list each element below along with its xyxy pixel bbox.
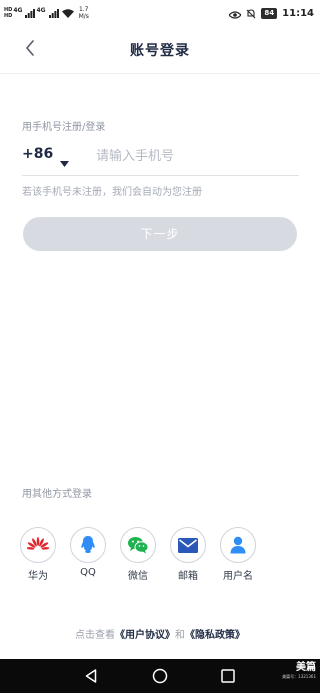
qq-icon [70,527,106,563]
login-method-huawei[interactable]: 华为 [20,527,58,582]
nav-bar: 账号登录 [0,26,320,74]
recents-square-icon[interactable] [219,667,237,685]
status-bar: HD HD 4G 4G 1.7 M/s 84 11:14 [0,0,320,26]
auto-register-hint: 若该手机号未注册，我们会自动为您注册 [22,187,202,198]
speed-value: 1.7 [78,6,89,13]
phone-input[interactable] [96,144,296,168]
user-agreement-link[interactable]: 《用户协议》 [115,630,175,641]
login-methods: 华为 QQ 微信 邮箱 用户名 [20,527,260,587]
login-method-wechat[interactable]: 微信 [120,527,158,582]
hd-badge-2: HD [4,13,13,19]
home-circle-icon[interactable] [151,667,169,685]
login-method-label: 华为 [28,571,48,582]
back-triangle-icon[interactable] [82,667,100,685]
country-code-selector[interactable]: +86 [22,146,53,162]
agreement-text: 点击查看《用户协议》和《隐私政策》 [0,626,320,641]
network-speed: 1.7 M/s [79,6,89,20]
wifi-icon [61,8,74,18]
login-method-mail[interactable]: 邮箱 [170,527,208,582]
agreement-conjunction: 和 [175,630,185,641]
signal-icon-2 [48,8,59,18]
login-method-qq[interactable]: QQ [70,527,108,578]
meipian-watermark: 美篇 美篇号：1321361 [272,662,316,679]
phone-section-label: 用手机号注册/登录 [22,122,106,133]
status-time: 11:14 [282,7,314,19]
battery-indicator: 84 [261,7,278,19]
network-type-1: 4G [13,6,23,14]
privacy-policy-link[interactable]: 《隐私政策》 [185,630,245,641]
watermark-brand: 美篇 [296,662,316,673]
mail-icon [170,527,206,563]
caret-down-icon[interactable] [60,152,69,171]
network-type-2: 4G [36,6,46,14]
huawei-icon [20,527,56,563]
watermark-id: 美篇号：1321361 [282,674,316,679]
system-nav-bar: 美篇 美篇号：1321361 [0,659,320,693]
agreement-prefix: 点击查看 [75,630,115,641]
login-method-label: 微信 [128,571,148,582]
user-icon [220,527,256,563]
login-method-username[interactable]: 用户名 [220,527,258,582]
login-method-label: QQ [80,567,96,578]
wechat-icon [120,527,156,563]
login-method-label: 邮箱 [178,571,198,582]
hd-badges: HD HD [4,7,12,19]
next-step-button[interactable]: 下一步 [23,217,297,251]
status-left: HD HD 4G 4G 1.7 M/s [4,4,89,22]
phone-input-row: +86 [22,142,299,176]
signal-icon [25,8,36,18]
mute-bell-icon [246,4,256,23]
login-method-label: 用户名 [223,571,253,582]
page-title: 账号登录 [130,43,190,59]
speed-unit: M/s [78,13,89,20]
status-right: 84 11:14 [228,4,314,23]
other-login-label: 用其他方式登录 [22,489,92,500]
eye-icon [228,4,243,23]
